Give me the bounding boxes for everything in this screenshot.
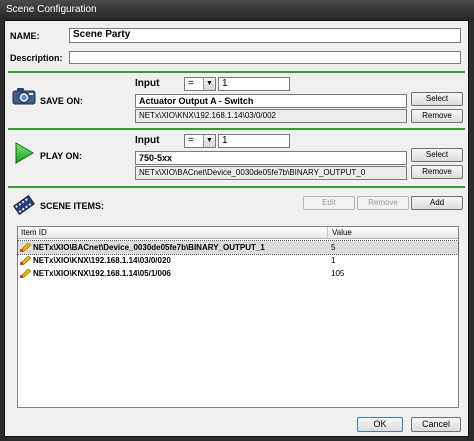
save-on-target-path: NETx\XIO\KNX\192.168.1.14\03/0/002 — [135, 109, 407, 123]
name-label: NAME: — [10, 31, 40, 41]
play-on-remove-button[interactable]: Remove — [411, 165, 463, 179]
row-value: 105 — [331, 269, 345, 278]
row-item-id: NETx\XIO\KNX\192.168.1.14\03/0/020 — [33, 256, 171, 265]
row-item-id: NETx\XIO\BACnet\Device_0030de05fe7b\BINA… — [33, 243, 265, 252]
save-on-target-name[interactable]: Actuator Output A - Switch — [135, 94, 407, 108]
film-icon — [13, 195, 35, 217]
play-on-target-name[interactable]: 750-5xx — [135, 151, 407, 165]
ok-button[interactable]: OK — [357, 417, 403, 432]
separator-2 — [8, 128, 465, 130]
save-on-select-button[interactable]: Select — [411, 92, 463, 106]
play-icon — [14, 142, 34, 166]
cancel-button[interactable]: Cancel — [411, 417, 461, 432]
save-on-operator-value: = — [188, 78, 194, 89]
chevron-down-icon[interactable]: ▼ — [203, 135, 215, 147]
tag-icon — [20, 256, 31, 266]
play-on-input-value[interactable]: 1 — [218, 134, 290, 148]
row-value: 1 — [331, 256, 336, 265]
edit-button[interactable]: Edit — [303, 196, 355, 210]
save-on-operator-select[interactable]: = ▼ — [184, 77, 216, 91]
separator-1 — [8, 71, 465, 73]
scene-items-label: SCENE ITEMS: — [40, 201, 105, 211]
chevron-down-icon[interactable]: ▼ — [203, 78, 215, 90]
play-on-operator-select[interactable]: = ▼ — [184, 134, 216, 148]
description-label: Description: — [10, 53, 63, 63]
separator-3 — [8, 186, 465, 188]
play-on-target-path: NETx\XIO\BACnet\Device_0030de05fe7b\BINA… — [135, 166, 407, 180]
save-on-input-label: Input — [135, 78, 160, 89]
row-value: 5 — [331, 243, 336, 252]
description-field[interactable] — [69, 51, 461, 64]
play-on-input-label: Input — [135, 135, 160, 146]
scene-items-remove-button[interactable]: Remove — [357, 196, 409, 210]
save-on-remove-button[interactable]: Remove — [411, 109, 463, 123]
name-field[interactable]: Scene Party — [69, 28, 461, 43]
table-header: Item ID Value — [18, 227, 458, 239]
play-on-select-button[interactable]: Select — [411, 148, 463, 162]
column-header-value[interactable]: Value — [329, 227, 458, 239]
dialog-body: NAME: Scene Party Description: SAVE ON: … — [4, 20, 469, 437]
table-row[interactable]: NETx\XIO\KNX\192.168.1.14\03/0/020 1 — [18, 254, 458, 267]
camera-icon — [12, 87, 36, 107]
tag-icon — [20, 243, 31, 253]
play-on-operator-value: = — [188, 135, 194, 146]
window-title: Scene Configuration — [0, 0, 474, 20]
table-row[interactable]: NETx\XIO\BACnet\Device_0030de05fe7b\BINA… — [17, 240, 459, 255]
play-on-label: PLAY ON: — [40, 151, 83, 161]
save-on-input-value[interactable]: 1 — [218, 77, 290, 91]
table-row[interactable]: NETx\XIO\KNX\192.168.1.14\05/1/006 105 — [18, 267, 458, 280]
add-button[interactable]: Add — [411, 196, 463, 210]
scene-items-table[interactable]: Item ID Value NETx\XIO\BACnet\Device_003… — [17, 226, 459, 408]
row-item-id: NETx\XIO\KNX\192.168.1.14\05/1/006 — [33, 269, 171, 278]
tag-icon — [20, 269, 31, 279]
column-header-item-id[interactable]: Item ID — [18, 227, 328, 239]
save-on-label: SAVE ON: — [40, 96, 83, 106]
scene-configuration-window: Scene Configuration NAME: Scene Party De… — [0, 0, 474, 441]
